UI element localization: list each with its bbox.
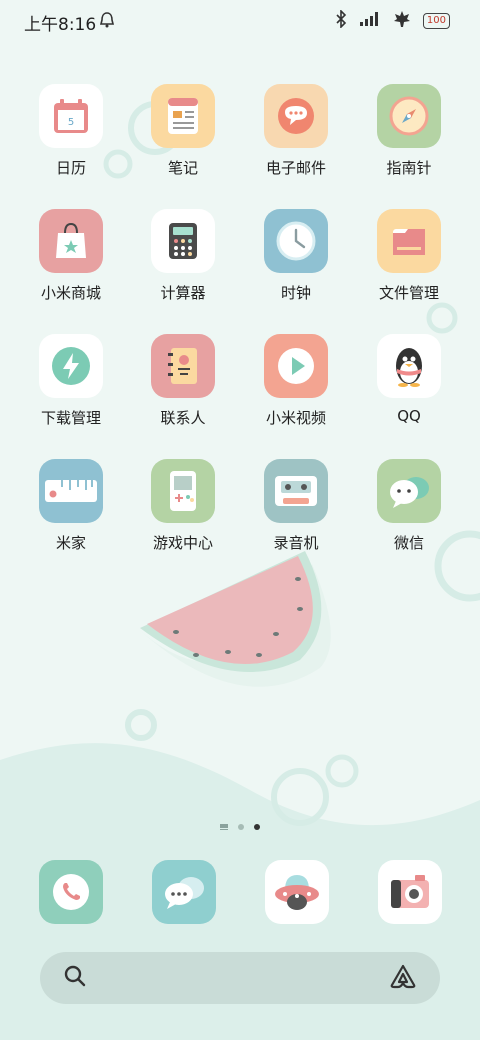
email-icon	[264, 84, 328, 148]
video-play-icon	[264, 334, 328, 398]
app-label: 文件管理	[378, 284, 439, 302]
page-menu-icon[interactable]	[220, 824, 228, 830]
cassette-icon	[264, 459, 328, 523]
app-compass[interactable]: 指南针	[354, 84, 464, 194]
app-label: 小米视频	[265, 409, 326, 427]
phone-icon	[53, 874, 89, 910]
message-bubbles-icon	[165, 877, 204, 909]
page-dot[interactable]	[238, 824, 244, 830]
svg-text:5: 5	[68, 117, 74, 128]
dock-camera[interactable]	[378, 860, 442, 924]
app-label: 时钟	[280, 284, 311, 302]
app-calculator[interactable]: 计算器	[128, 209, 238, 319]
app-label: 下载管理	[40, 409, 101, 427]
xiaoai-assistant-icon[interactable]	[388, 963, 418, 993]
maple-leaf-wifi-icon	[393, 10, 411, 32]
gameboy-icon	[151, 459, 215, 523]
app-mi-home[interactable]: 米家	[16, 459, 126, 569]
signal-bars-icon	[359, 11, 381, 31]
app-label: 计算器	[160, 284, 206, 302]
dock-messages[interactable]	[152, 860, 216, 924]
app-contacts[interactable]: 联系人	[128, 334, 238, 444]
app-label: 微信	[393, 534, 424, 552]
app-label: 录音机	[273, 534, 319, 552]
app-mi-store[interactable]: 小米商城	[16, 209, 126, 319]
app-label: 指南针	[386, 159, 432, 177]
calculator-icon	[151, 209, 215, 273]
page-indicator[interactable]	[0, 824, 480, 830]
ruler-home-icon	[39, 459, 103, 523]
app-calendar[interactable]: 5 日历	[16, 84, 126, 194]
app-label: 米家	[55, 534, 86, 552]
ufo-icon	[275, 875, 319, 910]
shopping-bag-icon	[39, 209, 103, 273]
app-label: 电子邮件	[265, 159, 326, 177]
dock-phone[interactable]	[39, 860, 103, 924]
app-notes[interactable]: 笔记	[128, 84, 238, 194]
camera-icon	[391, 875, 429, 908]
notes-icon	[151, 84, 215, 148]
contacts-book-icon	[151, 334, 215, 398]
app-label: 联系人	[160, 409, 206, 427]
calendar-icon: 5	[39, 84, 103, 148]
folder-icon	[377, 209, 441, 273]
dock-browser[interactable]	[265, 860, 329, 924]
app-label: 小米商城	[40, 284, 101, 302]
app-file-manager[interactable]: 文件管理	[354, 209, 464, 319]
app-clock[interactable]: 时钟	[241, 209, 351, 319]
download-bolt-icon	[39, 334, 103, 398]
status-bar: 上午8:16 100	[0, 0, 480, 40]
app-label: 游戏中心	[152, 534, 213, 552]
bluetooth-icon	[335, 9, 347, 32]
app-label: 笔记	[167, 159, 198, 177]
compass-icon	[377, 84, 441, 148]
app-download-manager[interactable]: 下载管理	[16, 334, 126, 444]
app-qq[interactable]: QQ	[354, 334, 464, 444]
search-icon[interactable]	[62, 963, 88, 993]
app-wechat[interactable]: 微信	[354, 459, 464, 569]
clock-icon	[264, 209, 328, 273]
chat-bubbles-icon	[377, 459, 441, 523]
search-bar[interactable]	[40, 952, 440, 1004]
watermelon-illustration	[137, 551, 331, 687]
penguin-icon	[377, 334, 441, 398]
app-label: 日历	[55, 159, 86, 177]
app-game-center[interactable]: 游戏中心	[128, 459, 238, 569]
status-time: 上午8:16	[24, 15, 97, 35]
alarm-bell-icon	[98, 11, 116, 34]
app-mi-video[interactable]: 小米视频	[241, 334, 351, 444]
app-email[interactable]: 电子邮件	[241, 84, 351, 194]
battery-indicator: 100	[422, 13, 450, 29]
app-label: QQ	[397, 407, 421, 425]
page-dot-active[interactable]	[254, 824, 260, 830]
app-voice-recorder[interactable]: 录音机	[241, 459, 351, 569]
